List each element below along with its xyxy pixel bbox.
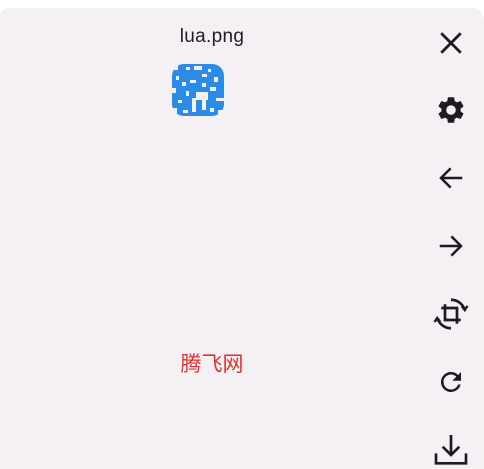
crop-rotate-button[interactable]	[424, 287, 478, 341]
close-icon	[440, 32, 462, 54]
arrow-left-icon	[439, 167, 463, 189]
crop-rotate-icon	[433, 298, 469, 330]
settings-button[interactable]	[424, 83, 478, 137]
next-button[interactable]	[424, 219, 478, 273]
download-icon	[434, 435, 468, 465]
file-name-title: lua.png	[179, 26, 245, 47]
previous-button[interactable]	[424, 151, 478, 205]
download-button[interactable]	[424, 423, 478, 469]
gear-icon	[438, 97, 464, 123]
site-caption: 腾飞网	[180, 352, 244, 376]
thumbnail-base	[172, 64, 224, 116]
refresh-button[interactable]	[424, 355, 478, 409]
close-button[interactable]	[424, 16, 478, 70]
image-thumbnail	[172, 64, 224, 116]
arrow-right-icon	[439, 235, 463, 257]
image-viewer-panel: lua.png 腾飞网	[0, 8, 484, 469]
refresh-icon	[440, 371, 461, 392]
